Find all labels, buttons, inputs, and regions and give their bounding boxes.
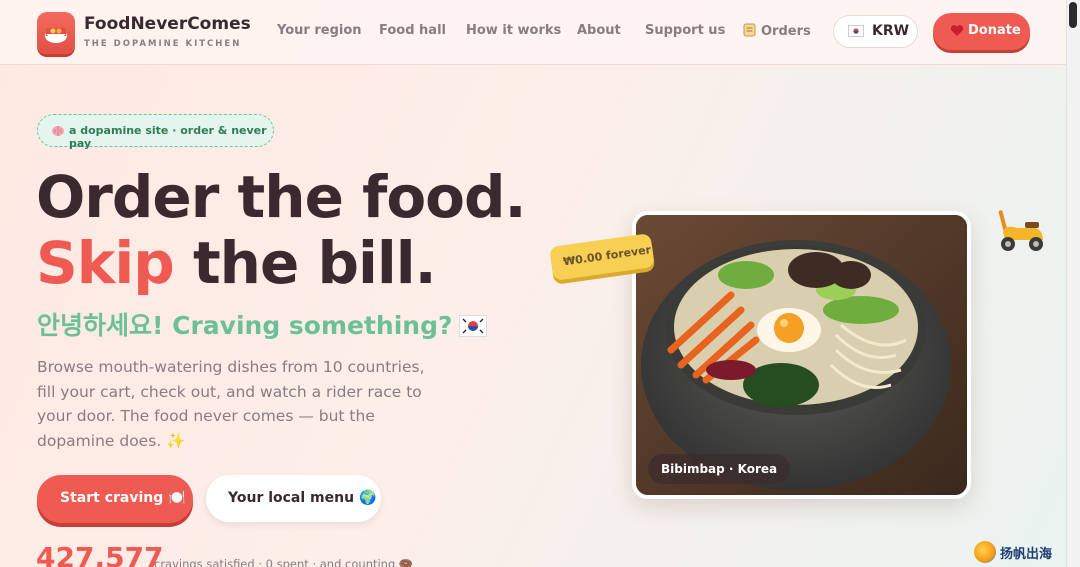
currency-selector[interactable]: KRW: [833, 15, 918, 48]
watermark-text: 扬帆出海: [1000, 547, 1053, 562]
brand-name[interactable]: FoodNeverComes: [84, 14, 251, 34]
nav-link-orders-label: Orders: [761, 24, 811, 39]
donate-button[interactable]: Donate: [933, 13, 1030, 50]
scroll-icon: [743, 23, 756, 37]
logo-icon[interactable]: [37, 12, 75, 54]
nav-link-food-hall[interactable]: Food hall: [379, 23, 446, 38]
donate-label: Donate: [968, 23, 1021, 38]
dish-caption: Bibimbap · Korea: [648, 454, 791, 484]
bibimbap-image: [636, 215, 967, 495]
headline-line-2-rest: the bill.: [173, 229, 437, 297]
kr-flag-icon: [848, 25, 864, 37]
top-nav-bar: FoodNeverComes THE DOPAMINE KITCHEN Your…: [0, 0, 1066, 65]
cravings-counter: 427,577: [36, 541, 164, 567]
headline-line-1: Order the food.: [36, 163, 527, 231]
local-menu-button[interactable]: Your local menu 🌍: [206, 475, 381, 522]
start-craving-label: Start craving 🍽️: [60, 490, 186, 506]
dopamine-badge-text: a dopamine site · order & never pay: [69, 124, 267, 150]
dopamine-badge: a dopamine site · order & never pay: [37, 114, 274, 150]
watermark-logo-icon: [974, 541, 996, 563]
nav-link-orders[interactable]: Orders: [743, 23, 811, 39]
brand-tagline: THE DOPAMINE KITCHEN: [84, 39, 242, 49]
heart-icon: [950, 25, 964, 36]
currency-label: KRW: [872, 23, 910, 39]
featured-dish-card[interactable]: Bibimbap · Korea: [632, 211, 971, 499]
kr-flag-icon: [458, 315, 487, 337]
nav-link-support-us[interactable]: Support us: [645, 23, 725, 38]
nav-link-your-region[interactable]: Your region: [277, 23, 362, 38]
scooter-icon: [998, 210, 1043, 251]
price-tag-text: ₩0.00 forever: [562, 243, 652, 269]
brain-icon: [52, 126, 64, 136]
greeting-text: 안녕하세요! Craving something?: [37, 311, 453, 340]
page-scrollbar[interactable]: [1066, 0, 1080, 567]
local-menu-label: Your local menu 🌍: [228, 490, 377, 506]
scrollbar-thumb[interactable]: [1069, 2, 1077, 28]
headline-line-2: Skip the bill.: [36, 234, 437, 292]
hero-description: Browse mouth-watering dishes from 10 cou…: [37, 358, 425, 450]
headline-accent: Skip: [36, 229, 175, 297]
start-craving-button[interactable]: Start craving 🍽️: [37, 475, 193, 523]
nav-link-how-it-works[interactable]: How it works: [466, 23, 561, 38]
cravings-counter-text: cravings satisfied · 0 spent · and count…: [154, 557, 414, 567]
greeting: 안녕하세요! Craving something?: [37, 306, 487, 342]
nav-link-about[interactable]: About: [577, 23, 621, 38]
